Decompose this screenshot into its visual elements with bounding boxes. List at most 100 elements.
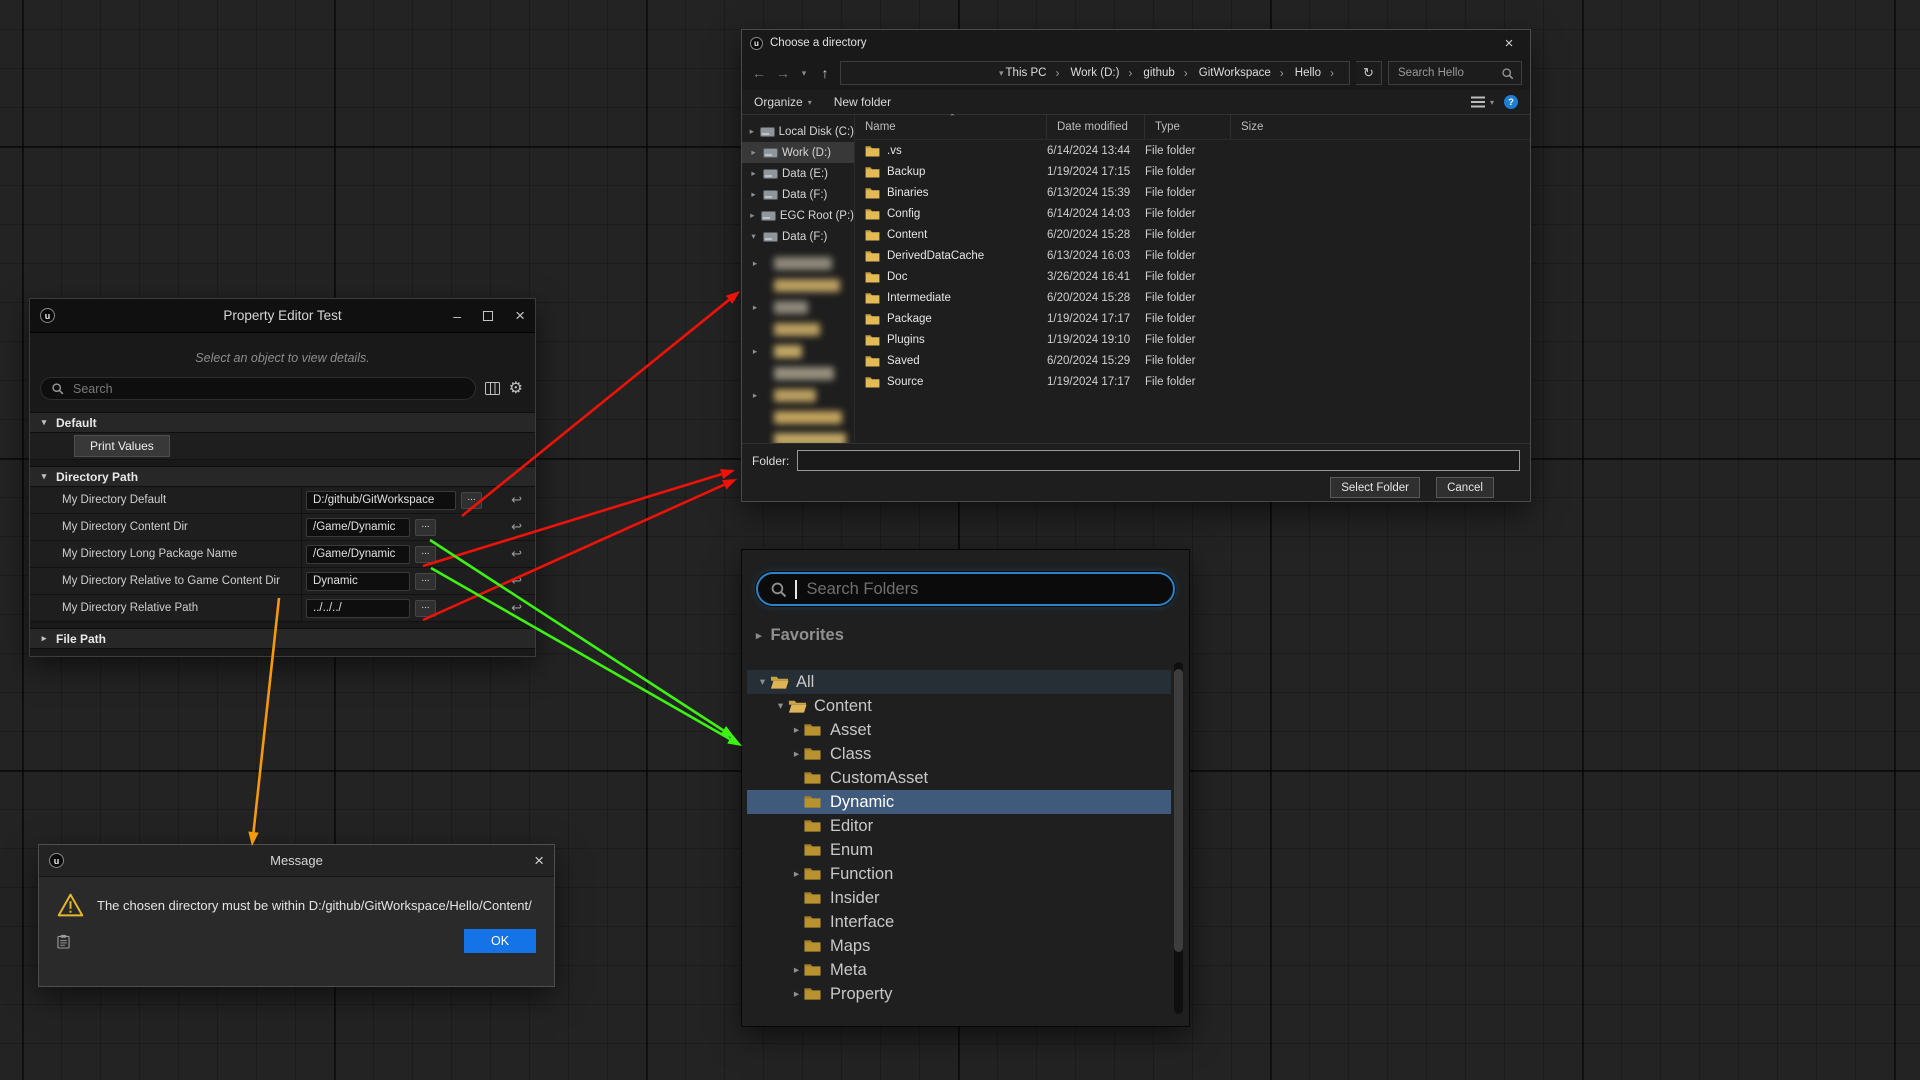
scrollbar-track[interactable]: [1174, 662, 1183, 1014]
window-titlebar[interactable]: u Property Editor Test: [30, 299, 535, 333]
file-row[interactable]: .vs 6/14/2024 13:44 File folder: [855, 140, 1530, 161]
dialog-titlebar[interactable]: u Choose a directory: [742, 30, 1530, 56]
maximize-icon[interactable]: [483, 311, 493, 321]
folder-name-input[interactable]: [797, 450, 1520, 471]
file-row[interactable]: Intermediate 6/20/2024 15:28 File folder: [855, 287, 1530, 308]
favorites-section[interactable]: Favorites: [742, 620, 1189, 650]
folder-tree-item[interactable]: Dynamic: [747, 790, 1171, 814]
breadcrumb[interactable]: This PCWork (D:)githubGitWorkspaceHello: [840, 61, 1350, 85]
property-value-field[interactable]: D:/github/GitWorkspace: [306, 491, 456, 510]
copy-to-clipboard-icon[interactable]: [57, 934, 70, 949]
file-row[interactable]: Plugins 1/19/2024 19:10 File folder: [855, 329, 1530, 350]
history-chevron-icon[interactable]: [798, 68, 810, 79]
cancel-button[interactable]: Cancel: [1436, 477, 1494, 498]
sidebar-drive-item[interactable]: Local Disk (C:): [742, 121, 854, 142]
expander-icon[interactable]: [789, 748, 804, 760]
expander-icon[interactable]: [789, 964, 804, 976]
sidebar-drive-item[interactable]: Data (F:): [742, 184, 854, 205]
browse-ellipsis-button[interactable]: ...: [415, 600, 436, 617]
folder-tree-item[interactable]: Maps: [747, 934, 1171, 958]
file-row[interactable]: Binaries 6/13/2024 15:39 File folder: [855, 182, 1530, 203]
file-row[interactable]: Source 1/19/2024 17:17 File folder: [855, 371, 1530, 392]
search-input[interactable]: [1396, 66, 1495, 80]
column-header[interactable]: Size: [1231, 115, 1530, 139]
folder-tree-item[interactable]: Property: [747, 982, 1171, 1006]
search-box[interactable]: [40, 377, 476, 400]
expander-icon[interactable]: [748, 189, 759, 200]
property-value-field[interactable]: /Game/Dynamic: [306, 518, 410, 537]
back-icon[interactable]: [750, 65, 768, 81]
gear-icon[interactable]: [509, 381, 523, 397]
expander-icon[interactable]: [789, 988, 804, 1000]
help-icon[interactable]: ?: [1504, 95, 1518, 109]
reset-to-default-icon[interactable]: [511, 519, 522, 535]
file-row[interactable]: Backup 1/19/2024 17:15 File folder: [855, 161, 1530, 182]
reset-to-default-icon[interactable]: [511, 573, 522, 589]
organize-button[interactable]: Organize: [754, 95, 812, 109]
folder-tree-item[interactable]: Enum: [747, 838, 1171, 862]
sidebar-drive-item[interactable]: Data (E:): [742, 163, 854, 184]
expander-icon[interactable]: [748, 147, 759, 158]
folder-tree-item[interactable]: Meta: [747, 958, 1171, 982]
category-directory-path[interactable]: Directory Path: [30, 466, 535, 487]
view-mode-button[interactable]: [1471, 96, 1494, 108]
reset-to-default-icon[interactable]: [511, 600, 522, 616]
ok-button[interactable]: OK: [464, 929, 536, 953]
expander-icon[interactable]: [748, 126, 756, 137]
minimize-icon[interactable]: [453, 308, 461, 324]
expander-icon[interactable]: [748, 210, 757, 221]
folder-tree-item[interactable]: Editor: [747, 814, 1171, 838]
breadcrumb-item[interactable]: GitWorkspace: [1197, 66, 1293, 80]
refresh-icon[interactable]: [1356, 61, 1382, 85]
expander-icon[interactable]: [773, 700, 788, 712]
close-icon[interactable]: [515, 306, 525, 326]
file-row[interactable]: Content 6/20/2024 15:28 File folder: [855, 224, 1530, 245]
folder-tree-item[interactable]: Function: [747, 862, 1171, 886]
select-folder-button[interactable]: Select Folder: [1330, 477, 1420, 498]
sidebar-drive-item[interactable]: Work (D:): [742, 142, 854, 163]
expander-icon[interactable]: [748, 231, 759, 242]
search-box[interactable]: [1388, 61, 1522, 85]
browse-ellipsis-button[interactable]: ...: [415, 546, 436, 563]
column-header[interactable]: Name: [855, 115, 1047, 139]
search-input[interactable]: [71, 381, 465, 397]
expand-icon[interactable]: [756, 629, 762, 642]
column-header[interactable]: Type: [1145, 115, 1231, 139]
dialog-titlebar[interactable]: u Message: [39, 845, 554, 877]
expander-icon[interactable]: [748, 168, 759, 179]
breadcrumb-item[interactable]: github: [1141, 66, 1196, 80]
collapse-icon[interactable]: [39, 417, 49, 428]
property-value-field[interactable]: ../../../: [306, 599, 410, 618]
reset-to-default-icon[interactable]: [511, 546, 522, 562]
close-icon[interactable]: [1488, 30, 1530, 56]
category-file-path[interactable]: File Path: [30, 628, 535, 649]
file-row[interactable]: Config 6/14/2024 14:03 File folder: [855, 203, 1530, 224]
browse-ellipsis-button[interactable]: ...: [415, 519, 436, 536]
folder-tree-item[interactable]: CustomAsset: [747, 766, 1171, 790]
breadcrumb-item[interactable]: Hello: [1293, 66, 1343, 80]
file-row[interactable]: Saved 6/20/2024 15:29 File folder: [855, 350, 1530, 371]
file-row[interactable]: Package 1/19/2024 17:17 File folder: [855, 308, 1530, 329]
reset-to-default-icon[interactable]: [511, 492, 522, 508]
browse-ellipsis-button[interactable]: ...: [461, 492, 482, 509]
category-default[interactable]: Default: [30, 412, 535, 433]
forward-icon[interactable]: [774, 65, 792, 81]
folder-tree-item[interactable]: Content: [747, 694, 1171, 718]
file-row[interactable]: Doc 3/26/2024 16:41 File folder: [855, 266, 1530, 287]
scrollbar-thumb[interactable]: [1174, 669, 1183, 952]
folder-search-input[interactable]: [805, 579, 1162, 600]
property-value-field[interactable]: Dynamic: [306, 572, 410, 591]
folder-search-box[interactable]: [756, 572, 1175, 606]
breadcrumb-item[interactable]: This PC: [1004, 66, 1069, 80]
print-values-button[interactable]: Print Values: [74, 435, 170, 457]
collapse-icon[interactable]: [39, 471, 49, 482]
folder-tree-item[interactable]: Asset: [747, 718, 1171, 742]
close-icon[interactable]: [534, 851, 544, 871]
property-value-field[interactable]: /Game/Dynamic: [306, 545, 410, 564]
folder-tree-item[interactable]: Insider: [747, 886, 1171, 910]
expand-icon[interactable]: [39, 633, 49, 644]
expander-icon[interactable]: [789, 724, 804, 736]
breadcrumb-item[interactable]: Work (D:): [1068, 66, 1141, 80]
sidebar-drive-item[interactable]: EGC Root (P:): [742, 205, 854, 226]
file-row[interactable]: DerivedDataCache 6/13/2024 16:03 File fo…: [855, 245, 1530, 266]
